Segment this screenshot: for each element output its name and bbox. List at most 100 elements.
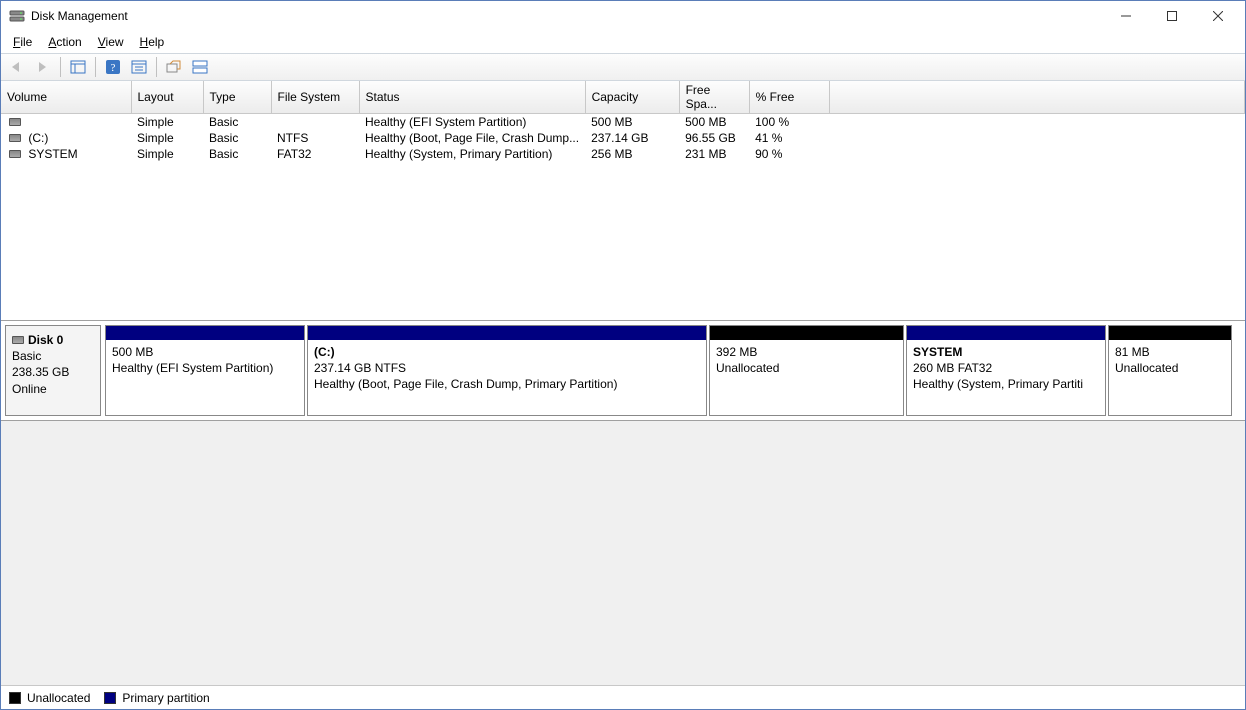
empty-disk-area: [1, 421, 1245, 685]
col-type[interactable]: Type: [203, 81, 271, 114]
help-icon[interactable]: ?: [101, 56, 125, 78]
partition-container: 500 MBHealthy (EFI System Partition)(C:)…: [105, 325, 1241, 416]
partition-primary[interactable]: (C:)237.14 GB NTFSHealthy (Boot, Page Fi…: [307, 325, 707, 416]
partition-stripe: [907, 326, 1105, 340]
toolbar-separator: [156, 57, 157, 77]
column-header-row: Volume Layout Type File System Status Ca…: [1, 81, 1245, 114]
menu-action[interactable]: Action: [40, 33, 89, 51]
toolbar-settings-icon[interactable]: [127, 56, 151, 78]
col-layout[interactable]: Layout: [131, 81, 203, 114]
cell-status: Healthy (EFI System Partition): [359, 114, 585, 131]
cell-type: Basic: [203, 114, 271, 131]
partition-unallocated[interactable]: 81 MBUnallocated: [1108, 325, 1232, 416]
cell-name: SYSTEM: [1, 146, 131, 162]
cell-pct: 100 %: [749, 114, 829, 131]
volume-row[interactable]: (C:)SimpleBasicNTFSHealthy (Boot, Page F…: [1, 130, 1245, 146]
cell-capacity: 500 MB: [585, 114, 679, 131]
volume-list-pane[interactable]: Volume Layout Type File System Status Ca…: [1, 81, 1245, 321]
partition-size: 260 MB FAT32: [913, 360, 1099, 376]
col-volume[interactable]: Volume: [1, 81, 131, 114]
partition-stripe: [1109, 326, 1231, 340]
disk-state: Online: [12, 382, 47, 396]
minimize-button[interactable]: [1103, 1, 1149, 31]
partition-primary[interactable]: SYSTEM260 MB FAT32Healthy (System, Prima…: [906, 325, 1106, 416]
partition-status: Unallocated: [1115, 360, 1225, 376]
col-percent-free[interactable]: % Free: [749, 81, 829, 114]
swatch-primary: [104, 692, 116, 704]
volume-icon: [9, 118, 21, 126]
volume-table: Volume Layout Type File System Status Ca…: [1, 81, 1245, 162]
disk-label: Disk 0: [28, 333, 63, 347]
disk-icon: [12, 336, 24, 344]
cell-free: 231 MB: [679, 146, 749, 162]
partition-size: 237.14 GB NTFS: [314, 360, 700, 376]
cell-status: Healthy (System, Primary Partition): [359, 146, 585, 162]
legend-unallocated: Unallocated: [9, 691, 90, 705]
col-capacity[interactable]: Capacity: [585, 81, 679, 114]
cell-capacity: 237.14 GB: [585, 130, 679, 146]
legend: Unallocated Primary partition: [1, 685, 1245, 709]
volume-row[interactable]: SimpleBasic Healthy (EFI System Partition…: [1, 114, 1245, 131]
svg-text:?: ?: [111, 62, 116, 74]
col-status[interactable]: Status: [359, 81, 585, 114]
cell-name: [1, 114, 131, 131]
app-icon: [9, 8, 25, 24]
disk-type: Basic: [12, 349, 41, 363]
cell-name: (C:): [1, 130, 131, 146]
cell-layout: Simple: [131, 146, 203, 162]
volume-row[interactable]: SYSTEMSimpleBasicFAT32Healthy (System, P…: [1, 146, 1245, 162]
menu-view[interactable]: View: [90, 33, 132, 51]
partition-body: SYSTEM260 MB FAT32Healthy (System, Prima…: [907, 340, 1105, 415]
volume-icon: [9, 134, 21, 142]
toolbar-separator: [95, 57, 96, 77]
partition-size: 500 MB: [112, 344, 298, 360]
forward-button[interactable]: [31, 56, 55, 78]
cell-layout: Simple: [131, 114, 203, 131]
menubar: File Action View Help: [1, 31, 1245, 53]
menu-help[interactable]: Help: [132, 33, 173, 51]
col-free-space[interactable]: Free Spa...: [679, 81, 749, 114]
toolbar-layout-icon[interactable]: [188, 56, 212, 78]
cell-type: Basic: [203, 146, 271, 162]
partition-stripe: [308, 326, 706, 340]
cell-pct: 41 %: [749, 130, 829, 146]
toolbar-list-icon[interactable]: [66, 56, 90, 78]
window-controls: [1103, 1, 1241, 31]
partition-status: Healthy (System, Primary Partiti: [913, 376, 1099, 392]
cell-fs: [271, 114, 359, 131]
toolbar: ?: [1, 53, 1245, 81]
partition-primary[interactable]: 500 MBHealthy (EFI System Partition): [105, 325, 305, 416]
partition-unallocated[interactable]: 392 MBUnallocated: [709, 325, 904, 416]
partition-status: Healthy (EFI System Partition): [112, 360, 298, 376]
disk-size: 238.35 GB: [12, 365, 69, 379]
disk-map-pane[interactable]: Disk 0 Basic 238.35 GB Online 500 MBHeal…: [1, 321, 1245, 421]
cell-capacity: 256 MB: [585, 146, 679, 162]
window-title: Disk Management: [31, 9, 1103, 23]
volume-icon: [9, 150, 21, 158]
menu-file[interactable]: File: [5, 33, 40, 51]
partition-status: Healthy (Boot, Page File, Crash Dump, Pr…: [314, 376, 700, 392]
legend-primary-partition: Primary partition: [104, 691, 209, 705]
swatch-unallocated: [9, 692, 21, 704]
cell-pct: 90 %: [749, 146, 829, 162]
toolbar-separator: [60, 57, 61, 77]
partition-name: (C:): [314, 344, 700, 360]
maximize-button[interactable]: [1149, 1, 1195, 31]
cell-fs: NTFS: [271, 130, 359, 146]
toolbar-view-icon[interactable]: [162, 56, 186, 78]
cell-status: Healthy (Boot, Page File, Crash Dump...: [359, 130, 585, 146]
close-button[interactable]: [1195, 1, 1241, 31]
col-filesystem[interactable]: File System: [271, 81, 359, 114]
cell-free: 500 MB: [679, 114, 749, 131]
disk-header[interactable]: Disk 0 Basic 238.35 GB Online: [5, 325, 101, 416]
partition-body: (C:)237.14 GB NTFSHealthy (Boot, Page Fi…: [308, 340, 706, 415]
cell-type: Basic: [203, 130, 271, 146]
partition-body: 500 MBHealthy (EFI System Partition): [106, 340, 304, 415]
cell-fs: FAT32: [271, 146, 359, 162]
cell-free: 96.55 GB: [679, 130, 749, 146]
back-button[interactable]: [5, 56, 29, 78]
partition-body: 81 MBUnallocated: [1109, 340, 1231, 415]
cell-layout: Simple: [131, 130, 203, 146]
col-filler: [829, 81, 1244, 114]
partition-size: 392 MB: [716, 344, 897, 360]
